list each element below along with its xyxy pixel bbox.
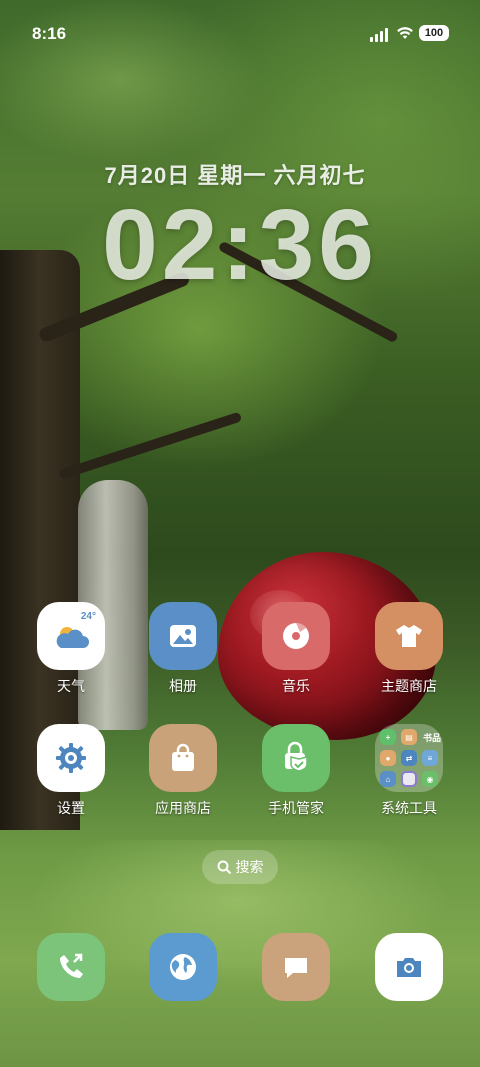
dock-phone[interactable] <box>21 933 121 1001</box>
file-mini-icon: ▤ <box>401 729 417 745</box>
home-mini-icon: ⌂ <box>380 771 396 787</box>
camera-icon <box>375 933 443 1001</box>
recorder-mini-icon: ≡ <box>422 750 438 766</box>
system-tools-folder-icon: + ▤ 书品 ● ⇄ ≡ ⌂ ◉ <box>375 724 443 792</box>
app-weather[interactable]: 24° 天气 <box>21 602 121 696</box>
app-phone-manager[interactable]: 手机管家 <box>246 724 346 818</box>
shield-mini-icon: ◉ <box>422 771 438 787</box>
app-label: 系统工具 <box>381 800 437 816</box>
lock-clock[interactable]: 02:36 <box>0 188 480 303</box>
music-icon <box>262 602 330 670</box>
app-music[interactable]: 音乐 <box>246 602 346 696</box>
messages-icon <box>262 933 330 1001</box>
folder-system-tools[interactable]: + ▤ 书品 ● ⇄ ≡ ⌂ ◉ 系统工具 <box>359 724 459 818</box>
folder-badge-text: 书品 <box>422 732 441 743</box>
app-theme-store[interactable]: 主题商店 <box>359 602 459 696</box>
folder-preview-grid: + ▤ 书品 ● ⇄ ≡ ⌂ ◉ <box>380 729 441 787</box>
app-store-icon <box>149 724 217 792</box>
battery-indicator: 100 <box>419 25 449 41</box>
search-button[interactable]: 搜索 <box>202 850 278 884</box>
notes-mini-icon: ● <box>380 750 396 766</box>
phone-manager-icon <box>262 724 330 792</box>
gallery-icon <box>149 602 217 670</box>
app-app-store[interactable]: 应用商店 <box>133 724 233 818</box>
cellular-signal-icon <box>370 26 390 42</box>
search-icon <box>217 860 231 874</box>
dock-messages[interactable] <box>246 933 346 1001</box>
browser-icon <box>149 933 217 1001</box>
search-label: 搜索 <box>235 859 264 875</box>
app-label: 应用商店 <box>155 800 211 816</box>
app-label: 相册 <box>169 678 197 694</box>
app-settings[interactable]: 设置 <box>21 724 121 818</box>
theme-store-icon <box>375 602 443 670</box>
app-label: 设置 <box>57 800 85 816</box>
wifi-icon <box>397 27 413 39</box>
app-gallery[interactable]: 相册 <box>133 602 233 696</box>
calculator-mini-icon: + <box>380 729 396 745</box>
status-time: 8:16 <box>32 24 67 43</box>
phone-icon <box>37 933 105 1001</box>
transfer-mini-icon: ⇄ <box>401 750 417 766</box>
lock-date: 7月20日 星期一 六月初七 <box>104 163 366 188</box>
tree-branch <box>58 411 243 480</box>
app-label: 音乐 <box>282 678 310 694</box>
app-label: 主题商店 <box>381 678 437 694</box>
compass-mini-icon <box>401 771 417 787</box>
dock-browser[interactable] <box>133 933 233 1001</box>
weather-icon: 24° <box>37 602 105 670</box>
app-label: 天气 <box>57 678 85 694</box>
weather-temp: 24° <box>80 611 96 622</box>
app-label: 手机管家 <box>268 800 324 816</box>
dock-camera[interactable] <box>359 933 459 1001</box>
settings-icon <box>37 724 105 792</box>
status-bar: 8:16 100 <box>0 0 480 64</box>
